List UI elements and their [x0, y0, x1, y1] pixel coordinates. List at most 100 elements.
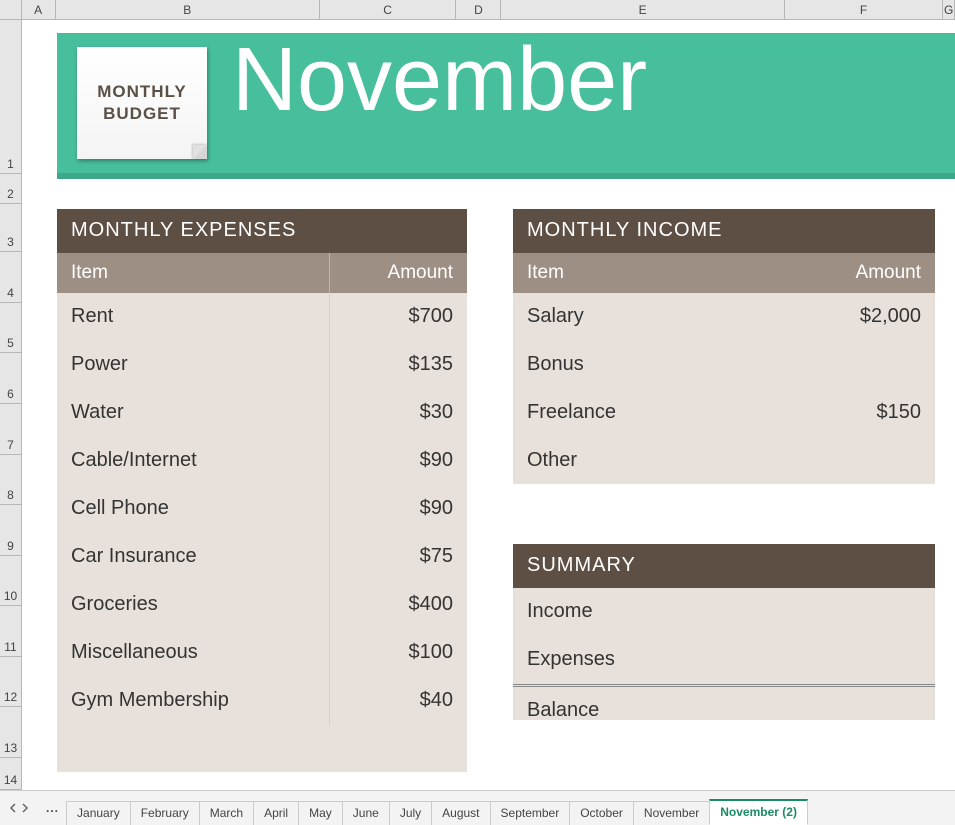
table-row: Cell Phone$90 [57, 485, 467, 533]
sheet-tab[interactable]: June [342, 801, 390, 825]
expenses-header-item[interactable]: Item [57, 253, 330, 293]
row-header-5[interactable]: 5 [0, 303, 21, 354]
income-title: MONTHLY INCOME [513, 209, 935, 253]
expense-amount-cell[interactable]: $40 [330, 677, 467, 725]
sheet-tab[interactable]: March [199, 801, 254, 825]
column-header-c[interactable]: C [320, 0, 457, 19]
income-item-cell[interactable]: Bonus [513, 341, 748, 389]
row-header-12[interactable]: 12 [0, 657, 21, 708]
expense-item-cell[interactable]: Car Insurance [57, 533, 330, 581]
tab-prev-icon[interactable] [8, 803, 18, 813]
expenses-title: MONTHLY EXPENSES [57, 209, 467, 253]
row-header-7[interactable]: 7 [0, 404, 21, 455]
summary-card: SUMMARY IncomeExpensesBalance [513, 544, 935, 720]
table-row: Balance [513, 686, 935, 736]
row-header-4[interactable]: 4 [0, 252, 21, 303]
tab-nav [0, 803, 38, 813]
expense-item-cell[interactable]: Cable/Internet [57, 437, 330, 485]
table-row: Power$135 [57, 341, 467, 389]
row-header-8[interactable]: 8 [0, 455, 21, 506]
sheet-tab[interactable]: January [66, 801, 131, 825]
expense-amount-cell[interactable]: $100 [330, 629, 467, 677]
expense-item-cell[interactable]: Gym Membership [57, 677, 330, 725]
expense-amount-cell[interactable]: $75 [330, 533, 467, 581]
table-row: Miscellaneous$100 [57, 629, 467, 677]
tab-overflow-dots[interactable]: ... [38, 801, 67, 815]
column-headers: ABCDEFG [0, 0, 955, 20]
column-header-f[interactable]: F [785, 0, 943, 19]
income-table: Item Amount Salary$2,000BonusFreelance$1… [513, 253, 935, 485]
table-row: Gym Membership$40 [57, 677, 467, 725]
table-row: Income [513, 588, 935, 636]
table-row: Car Insurance$75 [57, 533, 467, 581]
expense-item-cell[interactable]: Miscellaneous [57, 629, 330, 677]
sheet-tab[interactable]: August [431, 801, 490, 825]
sheet-tab[interactable]: November [633, 801, 710, 825]
expense-amount-cell[interactable]: $90 [330, 437, 467, 485]
table-row: Expenses [513, 636, 935, 686]
expense-item-cell[interactable]: Rent [57, 293, 330, 341]
column-header-d[interactable]: D [456, 0, 501, 19]
sheet-tab[interactable]: February [130, 801, 200, 825]
expense-item-cell[interactable]: Power [57, 341, 330, 389]
sheet-tab-bar: ... JanuaryFebruaryMarchAprilMayJuneJuly… [0, 790, 955, 825]
income-item-cell[interactable]: Other [513, 437, 748, 485]
row-header-10[interactable]: 10 [0, 556, 21, 607]
expense-amount-cell[interactable]: $135 [330, 341, 467, 389]
expense-amount-cell[interactable]: $400 [330, 581, 467, 629]
expense-item-cell[interactable]: Water [57, 389, 330, 437]
expense-amount-cell[interactable]: $90 [330, 485, 467, 533]
table-row: Groceries$400 [57, 581, 467, 629]
row-header-6[interactable]: 6 [0, 353, 21, 404]
summary-title: SUMMARY [513, 544, 935, 588]
expenses-table: Item Amount Rent$700Power$135Water$30Cab… [57, 253, 467, 725]
expense-item-cell[interactable]: Cell Phone [57, 485, 330, 533]
sheet-tab[interactable]: May [298, 801, 343, 825]
select-all-corner[interactable] [0, 0, 22, 19]
sheet-canvas[interactable]: MONTHLYBUDGET November MONTHLY EXPENSES … [22, 20, 955, 790]
table-row: Other [513, 437, 935, 485]
row-header-13[interactable]: 13 [0, 707, 21, 758]
row-header-3[interactable]: 3 [0, 204, 21, 253]
sheet-tab[interactable]: April [253, 801, 299, 825]
income-header-item[interactable]: Item [513, 253, 748, 293]
income-amount-cell[interactable] [748, 437, 935, 485]
summary-value-cell[interactable] [853, 636, 935, 686]
income-item-cell[interactable]: Freelance [513, 389, 748, 437]
income-header-amount[interactable]: Amount [748, 253, 935, 293]
summary-value-cell[interactable] [853, 588, 935, 636]
column-header-g[interactable]: G [943, 0, 955, 19]
sheet-tab[interactable]: November (2) [709, 799, 808, 825]
sticky-note: MONTHLYBUDGET [77, 47, 207, 159]
summary-value-cell[interactable] [853, 686, 935, 736]
column-header-e[interactable]: E [501, 0, 784, 19]
column-header-a[interactable]: A [22, 0, 56, 19]
income-amount-cell[interactable]: $2,000 [748, 293, 935, 341]
income-item-cell[interactable]: Salary [513, 293, 748, 341]
summary-label-cell[interactable]: Income [513, 588, 853, 636]
expense-item-cell[interactable]: Groceries [57, 581, 330, 629]
expense-amount-cell[interactable]: $700 [330, 293, 467, 341]
column-header-b[interactable]: B [56, 0, 320, 19]
table-row: Freelance$150 [513, 389, 935, 437]
row-header-9[interactable]: 9 [0, 505, 21, 556]
income-amount-cell[interactable] [748, 341, 935, 389]
row-header-2[interactable]: 2 [0, 174, 21, 203]
income-amount-cell[interactable]: $150 [748, 389, 935, 437]
sheet-tab[interactable]: July [389, 801, 432, 825]
row-header-1[interactable]: 1 [0, 20, 21, 174]
summary-label-cell[interactable]: Balance [513, 686, 853, 736]
sheet-tab[interactable]: September [490, 801, 571, 825]
sheet-tab[interactable]: October [569, 801, 634, 825]
expense-amount-cell[interactable]: $30 [330, 389, 467, 437]
expenses-header-amount[interactable]: Amount [330, 253, 467, 293]
tab-next-icon[interactable] [20, 803, 30, 813]
expenses-card: MONTHLY EXPENSES Item Amount Rent$700Pow… [57, 209, 467, 772]
income-card: MONTHLY INCOME Item Amount Salary$2,000B… [513, 209, 935, 484]
row-header-11[interactable]: 11 [0, 606, 21, 657]
row-headers: 1234567891011121314 [0, 20, 22, 790]
row-header-14[interactable]: 14 [0, 758, 21, 790]
month-title: November [232, 29, 647, 132]
summary-label-cell[interactable]: Expenses [513, 636, 853, 686]
table-row: Cable/Internet$90 [57, 437, 467, 485]
